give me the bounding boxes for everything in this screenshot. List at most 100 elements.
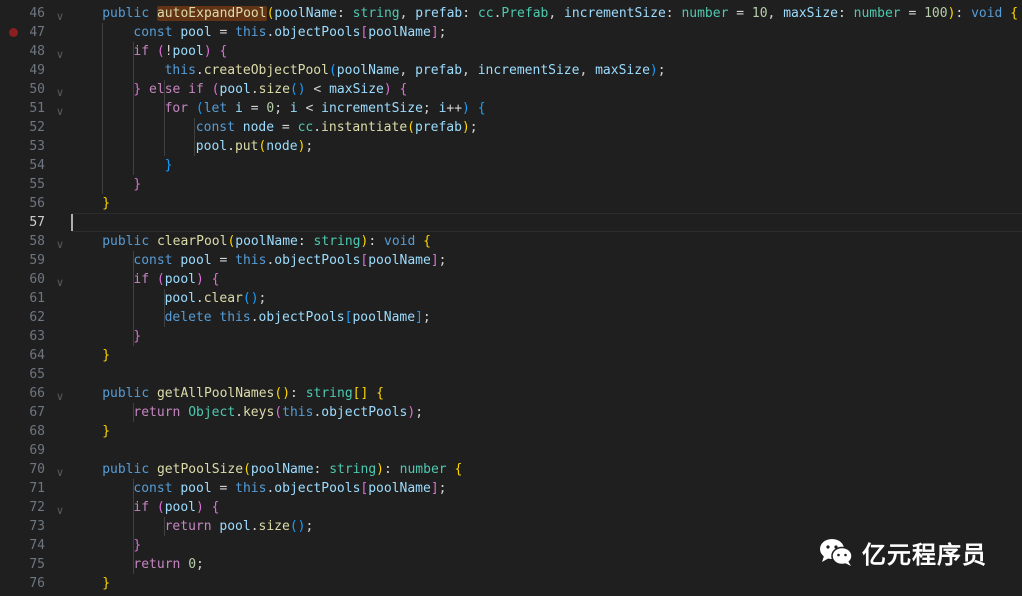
- code-line[interactable]: 53 pool.put(node);: [0, 137, 1022, 156]
- code-token: (: [407, 120, 415, 135]
- code-text: public clearPool(poolName: string): void…: [102, 232, 431, 251]
- code-token: poolName: [352, 310, 416, 325]
- code-token: objectPools: [274, 25, 361, 40]
- line-number: 52: [29, 120, 45, 135]
- code-token: size: [258, 82, 290, 97]
- code-token: =: [900, 6, 925, 21]
- code-line[interactable]: 55}: [0, 175, 1022, 194]
- code-token: poolName: [368, 253, 431, 268]
- code-token: {: [423, 234, 431, 249]
- code-line[interactable]: 64}: [0, 346, 1022, 365]
- code-text: if (pool) {: [133, 270, 219, 289]
- code-token: ++: [446, 101, 463, 116]
- code-line[interactable]: 70 ∨ public getPoolSize(poolName: string):…: [0, 460, 1022, 479]
- code-text: const node = cc.instantiate(prefab);: [196, 118, 478, 137]
- code-line[interactable]: 51 ∨ for (let i = 0; i < incrementSize; i+…: [0, 99, 1022, 118]
- code-line[interactable]: 71 const pool = this.objectPools[poolName…: [0, 479, 1022, 498]
- line-number: 48: [29, 44, 45, 59]
- code-line[interactable]: 47 const pool = this.objectPools[poolName…: [0, 23, 1022, 42]
- code-token: incrementSize: [477, 63, 580, 78]
- code-token: ,: [767, 6, 784, 21]
- code-token: ;: [422, 310, 431, 325]
- code-token: this: [235, 481, 267, 496]
- code-line[interactable]: 48 ∨ if (!pool) {: [0, 42, 1022, 61]
- code-token: (: [195, 101, 204, 116]
- text-cursor: [71, 214, 73, 231]
- code-token: pool: [219, 82, 251, 97]
- line-number: 70: [29, 462, 45, 477]
- code-text: if (pool) {: [133, 498, 219, 517]
- code-text: }: [133, 327, 141, 346]
- code-token: .: [250, 519, 259, 534]
- code-token: :: [838, 6, 854, 21]
- code-token: size: [258, 519, 290, 534]
- code-line[interactable]: 63}: [0, 327, 1022, 346]
- code-token: prefab: [415, 63, 463, 78]
- code-token: poolName: [250, 462, 314, 477]
- line-number: 65: [29, 367, 45, 382]
- code-token: ]: [415, 310, 423, 325]
- code-line[interactable]: 69: [0, 441, 1022, 460]
- code-text: pool.clear();: [165, 289, 267, 308]
- code-token: const: [133, 253, 173, 268]
- code-line[interactable]: 56}: [0, 194, 1022, 213]
- code-text: public getPoolSize(poolName: string): nu…: [102, 460, 462, 479]
- code-token: ,: [548, 6, 565, 21]
- line-number: 49: [29, 63, 45, 78]
- line-number: 57: [29, 215, 45, 230]
- code-editor[interactable]: 46 ∨ public autoExpandPool(poolName: strin…: [0, 0, 1022, 596]
- code-line[interactable]: 46 ∨ public autoExpandPool(poolName: strin…: [0, 4, 1022, 23]
- code-line[interactable]: 50 ∨} else if (pool.size() < maxSize) {: [0, 80, 1022, 99]
- code-token: <: [297, 101, 322, 116]
- code-line[interactable]: 49 this.createObjectPool(poolName, prefab…: [0, 61, 1022, 80]
- code-line[interactable]: 76}: [0, 574, 1022, 593]
- code-token: {: [211, 500, 220, 515]
- code-line[interactable]: 52 const node = cc.instantiate(prefab);: [0, 118, 1022, 137]
- code-line[interactable]: 62 delete this.objectPools[poolName];: [0, 308, 1022, 327]
- watermark-text: 亿元程序员: [862, 540, 987, 569]
- code-token: (): [289, 82, 306, 97]
- code-token: return: [133, 405, 181, 420]
- code-token: (): [289, 519, 306, 534]
- line-number: 66: [29, 386, 45, 401]
- code-line[interactable]: 61 pool.clear();: [0, 289, 1022, 308]
- code-token: this: [164, 63, 196, 78]
- code-token: pool: [180, 481, 212, 496]
- code-token: =: [274, 120, 298, 135]
- code-token: Prefab: [501, 6, 549, 21]
- code-text: }: [133, 175, 141, 194]
- code-line[interactable]: 68}: [0, 422, 1022, 441]
- code-token: 0: [188, 557, 197, 572]
- code-token: ): [203, 44, 212, 59]
- code-line[interactable]: 67 return Object.keys(this.objectPools);: [0, 403, 1022, 422]
- code-line[interactable]: 60 ∨ if (pool) {: [0, 270, 1022, 289]
- code-token: poolName: [235, 234, 298, 249]
- code-line[interactable]: 72 ∨ if (pool) {: [0, 498, 1022, 517]
- code-line[interactable]: 54}: [0, 156, 1022, 175]
- code-token: pool: [164, 500, 197, 515]
- code-token: delete: [164, 310, 212, 325]
- code-token: (: [243, 462, 251, 477]
- code-token: ]: [430, 253, 439, 268]
- code-line[interactable]: 65: [0, 365, 1022, 384]
- code-line[interactable]: 59 const pool = this.objectPools[poolName…: [0, 251, 1022, 270]
- code-text: }: [102, 422, 110, 441]
- code-text: }: [102, 346, 110, 365]
- code-text: for (let i = 0; i < incrementSize; i++) …: [165, 99, 486, 118]
- line-number: 73: [29, 519, 45, 534]
- code-token: public: [102, 6, 150, 21]
- code-token: pool: [219, 519, 251, 534]
- code-line[interactable]: 58 ∨ public clearPool(poolName: string): v…: [0, 232, 1022, 251]
- code-line[interactable]: 57: [0, 213, 1022, 232]
- code-token: .: [250, 82, 259, 97]
- code-line[interactable]: 66 ∨ public getAllPoolNames(): string[] {: [0, 384, 1022, 403]
- code-token: }: [102, 424, 111, 439]
